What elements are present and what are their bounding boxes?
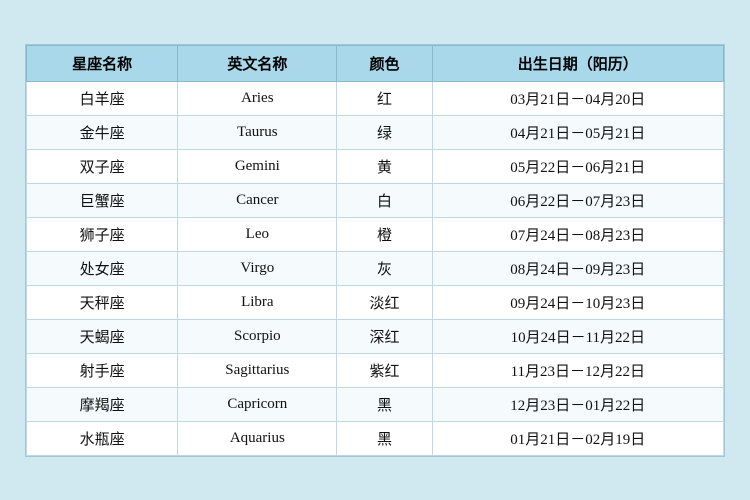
- table-cell: 淡红: [337, 285, 432, 319]
- table-cell: 绿: [337, 115, 432, 149]
- table-row: 射手座Sagittarius紫红11月23日－12月22日: [27, 353, 724, 387]
- table-cell: 深红: [337, 319, 432, 353]
- table-cell: 白: [337, 183, 432, 217]
- table-header-cell: 星座名称: [27, 45, 178, 81]
- table-header-row: 星座名称英文名称颜色出生日期（阳历）: [27, 45, 724, 81]
- table-cell: 08月24日－09月23日: [432, 251, 723, 285]
- table-header-cell: 出生日期（阳历）: [432, 45, 723, 81]
- table-cell: Aquarius: [178, 421, 337, 455]
- table-cell: 双子座: [27, 149, 178, 183]
- table-cell: Scorpio: [178, 319, 337, 353]
- table-cell: 天秤座: [27, 285, 178, 319]
- table-cell: 白羊座: [27, 81, 178, 115]
- zodiac-table-wrapper: 星座名称英文名称颜色出生日期（阳历） 白羊座Aries红03月21日－04月20…: [25, 44, 725, 457]
- table-cell: 金牛座: [27, 115, 178, 149]
- table-row: 天蝎座Scorpio深红10月24日－11月22日: [27, 319, 724, 353]
- table-cell: 12月23日－01月22日: [432, 387, 723, 421]
- table-header-cell: 英文名称: [178, 45, 337, 81]
- table-cell: 射手座: [27, 353, 178, 387]
- table-cell: Sagittarius: [178, 353, 337, 387]
- table-cell: 11月23日－12月22日: [432, 353, 723, 387]
- table-cell: Aries: [178, 81, 337, 115]
- table-cell: 处女座: [27, 251, 178, 285]
- table-cell: Leo: [178, 217, 337, 251]
- table-cell: 水瓶座: [27, 421, 178, 455]
- table-cell: 灰: [337, 251, 432, 285]
- table-cell: 黑: [337, 387, 432, 421]
- table-row: 水瓶座Aquarius黑01月21日－02月19日: [27, 421, 724, 455]
- table-cell: 09月24日－10月23日: [432, 285, 723, 319]
- table-row: 摩羯座Capricorn黑12月23日－01月22日: [27, 387, 724, 421]
- table-cell: 03月21日－04月20日: [432, 81, 723, 115]
- table-cell: 红: [337, 81, 432, 115]
- table-cell: 巨蟹座: [27, 183, 178, 217]
- table-cell: 06月22日－07月23日: [432, 183, 723, 217]
- table-cell: 紫红: [337, 353, 432, 387]
- table-cell: 橙: [337, 217, 432, 251]
- table-row: 狮子座Leo橙07月24日－08月23日: [27, 217, 724, 251]
- table-cell: 黄: [337, 149, 432, 183]
- table-row: 处女座Virgo灰08月24日－09月23日: [27, 251, 724, 285]
- table-row: 白羊座Aries红03月21日－04月20日: [27, 81, 724, 115]
- table-cell: 01月21日－02月19日: [432, 421, 723, 455]
- table-cell: 狮子座: [27, 217, 178, 251]
- table-cell: Libra: [178, 285, 337, 319]
- table-cell: 10月24日－11月22日: [432, 319, 723, 353]
- table-cell: 天蝎座: [27, 319, 178, 353]
- table-cell: 07月24日－08月23日: [432, 217, 723, 251]
- table-body: 白羊座Aries红03月21日－04月20日金牛座Taurus绿04月21日－0…: [27, 81, 724, 455]
- table-cell: Capricorn: [178, 387, 337, 421]
- table-row: 天秤座Libra淡红09月24日－10月23日: [27, 285, 724, 319]
- table-cell: 05月22日－06月21日: [432, 149, 723, 183]
- table-cell: 黑: [337, 421, 432, 455]
- table-row: 双子座Gemini黄05月22日－06月21日: [27, 149, 724, 183]
- table-header-cell: 颜色: [337, 45, 432, 81]
- table-cell: Taurus: [178, 115, 337, 149]
- table-row: 金牛座Taurus绿04月21日－05月21日: [27, 115, 724, 149]
- table-row: 巨蟹座Cancer白06月22日－07月23日: [27, 183, 724, 217]
- table-cell: Virgo: [178, 251, 337, 285]
- table-cell: 04月21日－05月21日: [432, 115, 723, 149]
- table-cell: Gemini: [178, 149, 337, 183]
- table-cell: Cancer: [178, 183, 337, 217]
- zodiac-table: 星座名称英文名称颜色出生日期（阳历） 白羊座Aries红03月21日－04月20…: [26, 45, 724, 456]
- table-cell: 摩羯座: [27, 387, 178, 421]
